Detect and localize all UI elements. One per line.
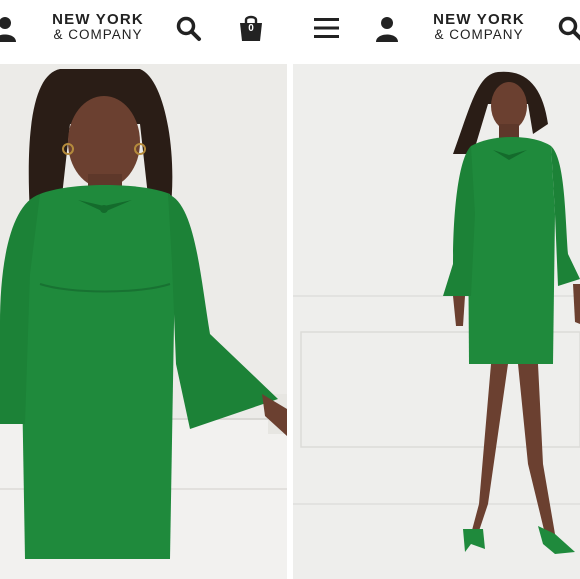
product-photo-full-length[interactable] bbox=[293, 64, 580, 579]
logo-line-1: NEW YORK bbox=[52, 11, 144, 28]
left-screenshot: NEW YORK & COMPANY 0 bbox=[0, 0, 287, 579]
site-header: NEW YORK & COMPANY bbox=[293, 0, 580, 60]
search-icon[interactable] bbox=[176, 16, 202, 47]
bag-count-badge: 0 bbox=[248, 23, 254, 34]
right-screenshot: NEW YORK & COMPANY bbox=[293, 0, 580, 579]
hamburger-menu-icon[interactable] bbox=[314, 17, 339, 44]
logo-line-2: & COMPANY bbox=[434, 27, 524, 42]
search-icon[interactable] bbox=[558, 16, 580, 47]
account-icon[interactable] bbox=[0, 16, 16, 47]
product-photo-closeup[interactable] bbox=[0, 64, 287, 579]
account-icon[interactable] bbox=[376, 16, 398, 47]
logo-line-1: NEW YORK bbox=[433, 11, 525, 28]
brand-logo[interactable]: NEW YORK & COMPANY bbox=[46, 12, 150, 42]
site-header: NEW YORK & COMPANY 0 bbox=[0, 0, 287, 60]
logo-line-2: & COMPANY bbox=[53, 27, 143, 42]
brand-logo[interactable]: NEW YORK & COMPANY bbox=[427, 12, 531, 42]
shopping-bag-icon[interactable]: 0 bbox=[238, 14, 264, 42]
